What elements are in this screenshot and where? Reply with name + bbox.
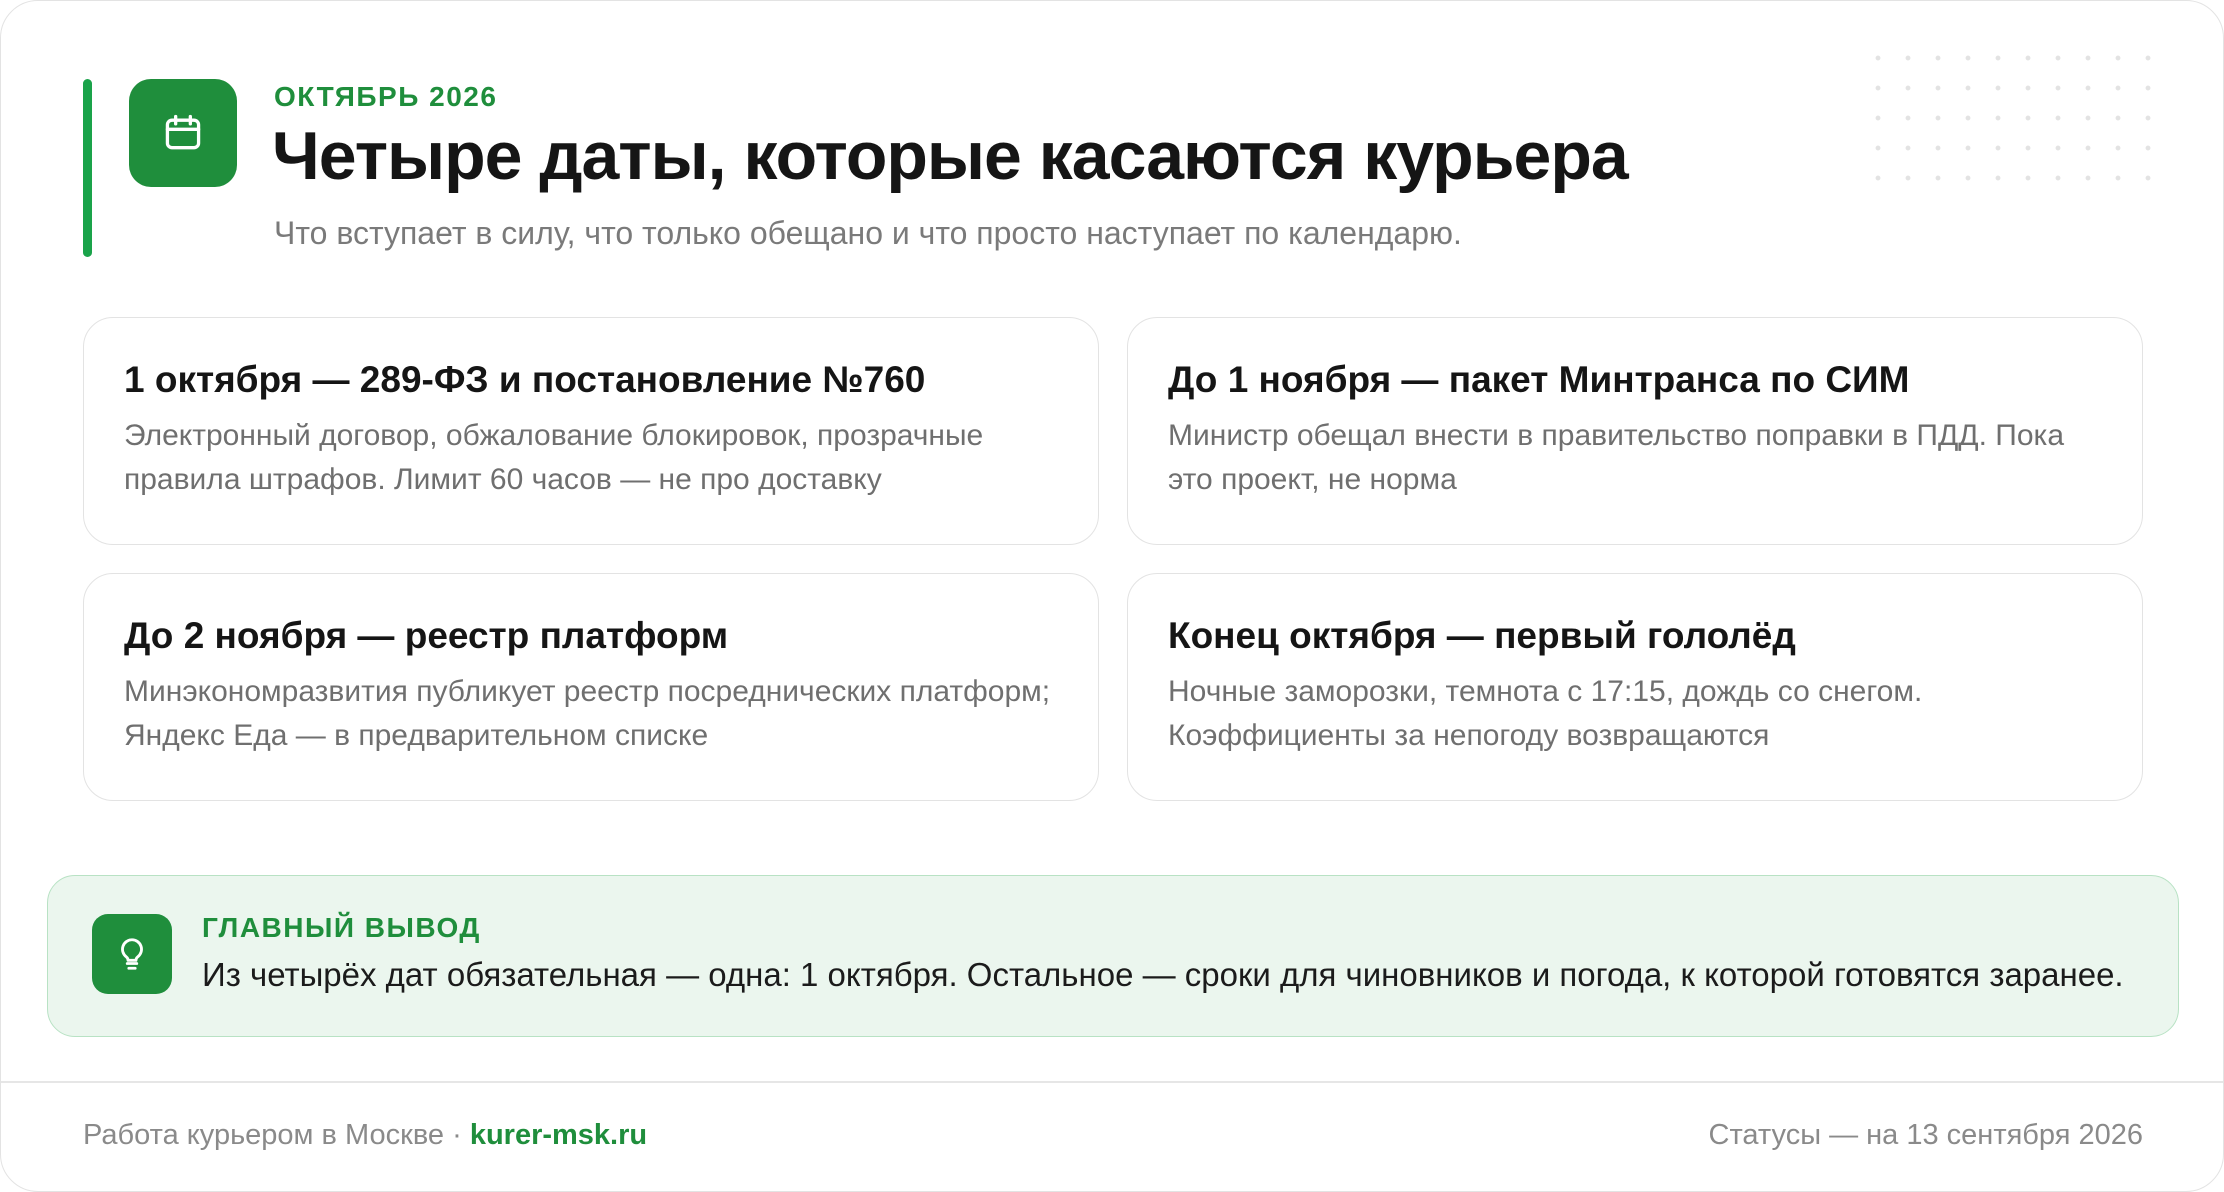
takeaway-label: ГЛАВНЫЙ ВЫВОД [202, 912, 481, 943]
date-card-body: Министр обещал внести в правительство по… [1168, 419, 2065, 497]
footer-status-date: Статусы — на 13 сентября 2026 [1708, 1119, 2143, 1151]
date-card-body: Минэкономразвития публикует реестр посре… [124, 675, 1051, 753]
date-card: 1 октября — 289-ФЗ и постановление №760 … [83, 317, 1099, 545]
date-card-title: Конец октября — первый гололёд [1168, 615, 1796, 656]
page-subtitle: Что вступает в силу, что только обещано … [274, 215, 1462, 251]
footer-divider [1, 1081, 2223, 1083]
decorative-dot-grid [1863, 43, 2163, 193]
lightbulb-icon [92, 914, 172, 994]
date-card: До 2 ноября — реестр платформ Минэкономр… [83, 573, 1099, 801]
takeaway-panel: ГЛАВНЫЙ ВЫВОД Из четырёх дат обязательна… [47, 875, 2179, 1037]
date-card-title: До 1 ноября — пакет Минтранса по СИМ [1168, 359, 1910, 400]
date-card: До 1 ноября — пакет Минтранса по СИМ Мин… [1127, 317, 2143, 545]
page-title: Четыре даты, которые касаются курьера [272, 118, 1629, 194]
date-card-title: До 2 ноября — реестр платформ [124, 615, 729, 656]
accent-bar [83, 79, 92, 257]
calendar-icon [129, 79, 237, 187]
site-link[interactable]: kurer-msk.ru [470, 1119, 647, 1151]
date-card-body: Ночные заморозки, темнота с 17:15, дождь… [1168, 675, 1923, 753]
footer-source-text: Работа курьером в Москве · [83, 1119, 470, 1151]
date-card: Конец октября — первый гололёд Ночные за… [1127, 573, 2143, 801]
infographic-card: ОКТЯБРЬ 2026 Четыре даты, которые касают… [0, 0, 2224, 1192]
takeaway-text: Из четырёх дат обязательная — одна: 1 ок… [202, 956, 2124, 993]
date-card-body: Электронный договор, обжалование блокиро… [124, 419, 984, 497]
footer-source: Работа курьером в Москве · kurer-msk.ru [83, 1119, 647, 1152]
eyebrow-label: ОКТЯБРЬ 2026 [274, 81, 498, 112]
date-card-title: 1 октября — 289-ФЗ и постановление №760 [124, 359, 926, 400]
